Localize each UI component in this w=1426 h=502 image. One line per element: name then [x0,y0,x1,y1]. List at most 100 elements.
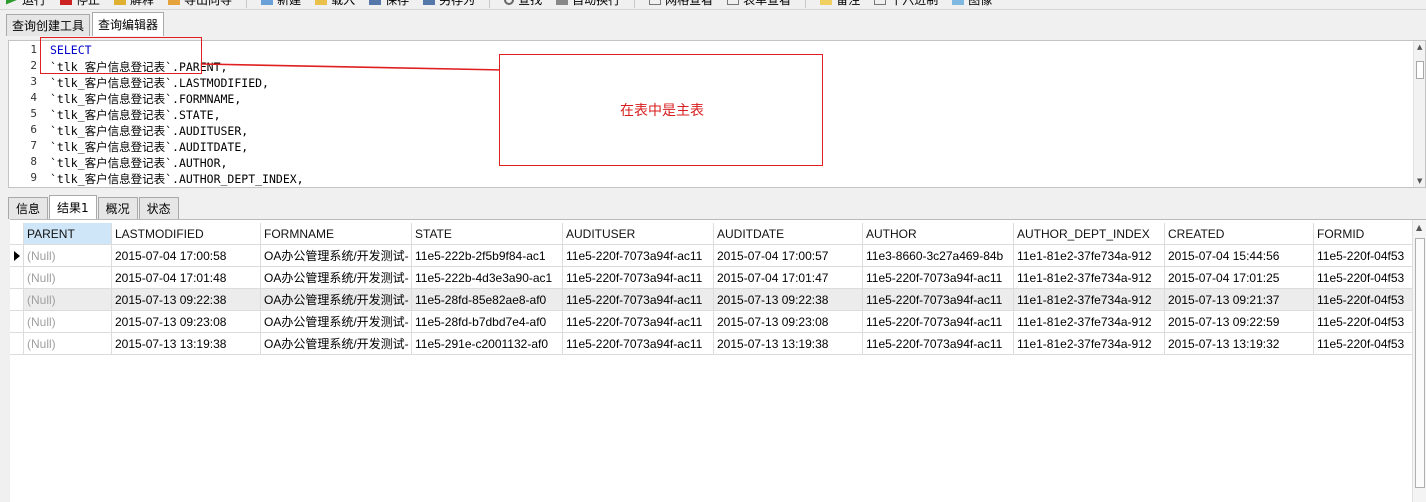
table-cell[interactable]: 11e5-220f-7073a94f-ac11 [563,245,714,267]
table-cell[interactable]: 2015-07-04 15:44:56 [1165,245,1314,267]
table-cell[interactable]: 2015-07-13 09:22:38 [112,289,261,311]
table-cell[interactable]: 11e5-220f-7073a94f-ac11 [563,289,714,311]
table-cell[interactable]: 11e5-220f-7073a94f-ac11 [563,311,714,333]
table-cell[interactable]: 11e5-222b-2f5b9f84-ac1 [412,245,563,267]
table-cell[interactable]: OA办公管理系统/开发测试- [261,289,412,311]
column-header[interactable]: STATE [412,223,563,245]
find-button[interactable]: 查找 [504,0,542,9]
table-cell[interactable]: 2015-07-13 13:19:38 [112,333,261,355]
scrollbar-thumb[interactable] [1415,238,1425,488]
save-as-button[interactable]: 另存为 [423,0,475,9]
column-header[interactable]: AUDITDATE [714,223,863,245]
column-header[interactable]: AUDITUSER [563,223,714,245]
table-cell[interactable]: 11e1-81e2-37fe734a-912 [1014,311,1165,333]
tab-profile[interactable]: 概况 [97,197,138,219]
editor-scrollbar[interactable]: ▲ ▼ [1413,41,1425,187]
table-cell[interactable]: 11e5-222b-4d3e3a90-ac1 [412,267,563,289]
table-cell[interactable]: 2015-07-13 13:19:32 [1165,333,1314,355]
table-cell[interactable]: 11e5-220f-7073a94f-ac11 [863,333,1014,355]
table-cell[interactable]: 11e5-220f-7073a94f-ac11 [563,333,714,355]
table-row[interactable]: (Null) 2015-07-13 13:19:38 OA办公管理系统/开发测试- 1… [10,333,1414,355]
table-cell[interactable]: OA办公管理系统/开发测试- [261,245,412,267]
scrollbar-thumb[interactable] [1416,61,1424,79]
table-cell[interactable]: 11e1-81e2-37fe734a-912 [1014,289,1165,311]
row-indicator[interactable] [10,245,24,267]
table-cell[interactable]: 11e5-220f-04f53 [1314,267,1414,289]
image-button[interactable]: 图像 [952,0,992,9]
column-header[interactable]: CREATED [1165,223,1314,245]
run-button[interactable]: 运行 [6,0,46,9]
scroll-up-icon[interactable]: ▲ [1417,43,1422,51]
table-cell[interactable]: OA办公管理系统/开发测试- [261,311,412,333]
save-icon [369,0,382,5]
grid-view-button[interactable]: 网格查看 [649,0,713,9]
table-cell[interactable]: (Null) [24,267,112,289]
table-cell[interactable]: 11e5-220f-04f53 [1314,289,1414,311]
table-cell[interactable]: 11e5-220f-7073a94f-ac11 [863,289,1014,311]
scroll-down-icon[interactable]: ▼ [1417,177,1422,185]
column-header[interactable]: AUTHOR_DEPT_INDEX [1014,223,1165,245]
table-cell[interactable]: 2015-07-04 17:00:58 [112,245,261,267]
tab-query-editor[interactable]: 查询编辑器 [92,12,165,36]
table-cell[interactable]: OA办公管理系统/开发测试- [261,267,412,289]
word-wrap-button[interactable]: 自动换行 [556,0,620,9]
table-cell[interactable]: 11e5-291e-c2001132-af0 [412,333,563,355]
table-cell[interactable]: 11e1-81e2-37fe734a-912 [1014,333,1165,355]
column-header[interactable]: AUTHOR [863,223,1014,245]
export-wizard-button[interactable]: 导出向导 [168,0,232,9]
column-header[interactable]: FORMID [1314,223,1414,245]
table-cell[interactable]: 2015-07-13 09:23:08 [112,311,261,333]
grid-scrollbar[interactable]: ▲ [1412,220,1426,502]
table-cell[interactable]: OA办公管理系统/开发测试- [261,333,412,355]
stop-button[interactable]: 停止 [60,0,100,9]
table-cell[interactable]: 2015-07-13 09:21:37 [1165,289,1314,311]
tab-info[interactable]: 信息 [8,197,49,219]
table-cell[interactable]: (Null) [24,245,112,267]
tab-result1[interactable]: 结果1 [49,195,97,219]
scroll-up-icon[interactable]: ▲ [1416,223,1422,232]
table-cell[interactable]: 2015-07-04 17:01:48 [112,267,261,289]
table-cell[interactable]: 2015-07-13 13:19:38 [714,333,863,355]
table-row[interactable]: (Null) 2015-07-13 09:23:08 OA办公管理系统/开发测试- 1… [10,311,1414,333]
table-cell[interactable]: 11e5-220f-7073a94f-ac11 [863,267,1014,289]
table-cell[interactable]: (Null) [24,333,112,355]
row-indicator[interactable] [10,267,24,289]
table-cell[interactable]: (Null) [24,289,112,311]
table-cell[interactable]: 2015-07-04 17:01:25 [1165,267,1314,289]
table-cell[interactable]: 11e5-220f-7073a94f-ac11 [863,311,1014,333]
table-cell[interactable]: 2015-07-13 09:22:59 [1165,311,1314,333]
column-header[interactable]: PARENT [24,223,112,245]
row-indicator[interactable] [10,289,24,311]
table-cell[interactable]: 11e5-220f-04f53 [1314,333,1414,355]
table-cell[interactable]: 11e3-8660-3c27a469-84b [863,245,1014,267]
table-row[interactable]: (Null) 2015-07-13 09:22:38 OA办公管理系统/开发测试- 1… [10,289,1414,311]
tab-status[interactable]: 状态 [138,197,179,219]
table-row[interactable]: (Null) 2015-07-04 17:01:48 OA办公管理系统/开发测试- 1… [10,267,1414,289]
new-button[interactable]: 新建 [261,0,301,9]
column-header[interactable]: LASTMODIFIED [112,223,261,245]
form-view-button[interactable]: 表单查看 [727,0,791,9]
table-row[interactable]: (Null) 2015-07-04 17:00:58 OA办公管理系统/开发测试- 1… [10,245,1414,267]
table-cell[interactable]: 2015-07-04 17:01:47 [714,267,863,289]
row-indicator[interactable] [10,311,24,333]
table-cell[interactable]: 2015-07-13 09:22:38 [714,289,863,311]
tab-query-builder[interactable]: 查询创建工具 [6,14,91,36]
load-button[interactable]: 载入 [315,0,355,9]
memo-button[interactable]: 备注 [820,0,860,9]
table-cell[interactable]: 11e5-28fd-b7dbd7e4-af0 [412,311,563,333]
table-cell[interactable]: 2015-07-13 09:23:08 [714,311,863,333]
table-cell[interactable]: 11e5-28fd-85e82ae8-af0 [412,289,563,311]
table-cell[interactable]: 11e5-220f-7073a94f-ac11 [563,267,714,289]
table-cell[interactable]: 2015-07-04 17:00:57 [714,245,863,267]
table-cell[interactable]: 11e1-81e2-37fe734a-912 [1014,245,1165,267]
save-button[interactable]: 保存 [369,0,409,9]
table-cell[interactable]: 11e1-81e2-37fe734a-912 [1014,267,1165,289]
table-cell[interactable]: 11e5-220f-04f53 [1314,245,1414,267]
row-indicator[interactable] [10,333,24,355]
table-cell[interactable]: (Null) [24,311,112,333]
hex-button[interactable]: 十六进制 [874,0,938,9]
result-grid[interactable]: PARENT LASTMODIFIED FORMNAME STATE AUDIT… [10,219,1426,502]
column-header[interactable]: FORMNAME [261,223,412,245]
table-cell[interactable]: 11e5-220f-04f53 [1314,311,1414,333]
explain-button[interactable]: 解释 [114,0,154,9]
